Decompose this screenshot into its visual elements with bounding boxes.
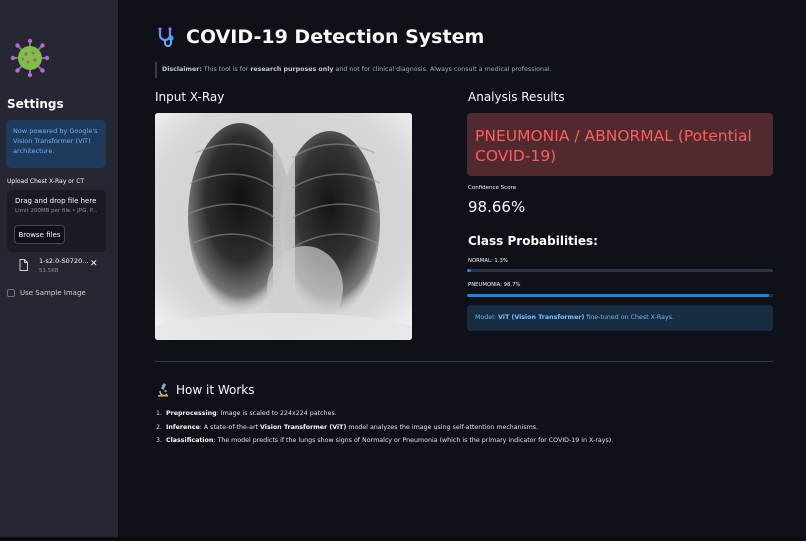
info-alert: Now powered by Google's Vision Transform… [6,120,106,168]
checkbox[interactable] [7,289,15,297]
input-xray-heading: Input X-Ray [155,90,225,104]
disclaimer-bold: research purposes only [250,66,334,73]
how-it-works-header: How it Works [157,383,255,397]
step-number: 2. [156,423,163,431]
file-size: 51.5KB [39,268,59,274]
disclaimer-text-end: and not for clinical diagnosis. Always c… [333,66,552,73]
file-dropzone[interactable]: Drag and drop file here Limit 200MB per … [7,190,106,252]
list-item: 1. Preprocessing: Image is scaled to 224… [156,409,613,423]
uploaded-file: 1-s2.0-S0720... 51.5KB ✕ [17,256,103,278]
dropzone-limit: Limit 200MB per file • JPG, P... [15,208,98,214]
step-text-end: model analyzes the image using self-atte… [346,423,539,431]
step-text: : Image is scaled to 224x224 patches. [216,410,337,417]
page-title: COVID-19 Detection System [186,26,485,48]
steps-list: 1. Preprocessing: Image is scaled to 224… [156,409,613,450]
browse-files-button[interactable]: Browse files [14,225,65,244]
bottom-strip [0,537,806,541]
stethoscope-icon [158,27,174,47]
page-header: COVID-19 Detection System [156,26,484,48]
progress-fill-normal [467,269,471,272]
sample-label: Use Sample Image [20,289,86,297]
prob-label-normal: NORMAL: 1.3% [468,258,508,264]
analysis-results-heading: Analysis Results [468,90,565,104]
xray-image [155,113,412,340]
file-name: 1-s2.0-S0720... [39,257,89,265]
divider [155,361,773,362]
confidence-value: 98.66% [468,198,526,216]
diagnosis-alert: PNEUMONIA / ABNORMAL (Potential COVID-19… [467,113,773,176]
disclaimer-text: This tool is for [201,66,251,73]
use-sample-checkbox[interactable]: Use Sample Image [7,289,86,297]
close-icon[interactable]: ✕ [90,259,98,269]
confidence-label: Confidence Score [468,185,517,191]
model-info: Model: ViT (Vision Transformer) fine-tun… [467,305,773,331]
step-bold: Vision Transformer (ViT) [260,423,347,431]
upload-label: Upload Chest X-Ray or CT [7,178,85,185]
progress-bar-pneumonia [467,294,773,297]
progress-fill-pneumonia [467,294,770,297]
model-name: ViT (Vision Transformer) [498,314,585,321]
prob-label-pneumonia: PNEUMONIA: 98.7% [468,282,521,288]
sidebar-title: Settings [7,97,64,111]
class-probabilities-heading: Class Probabilities: [468,234,598,248]
microscope-icon [158,383,168,397]
step-text: : The model predicts if the lungs show s… [213,437,614,444]
how-it-works-title: How it Works [176,383,255,397]
virus-icon [10,38,50,78]
progress-bar-normal [467,269,773,272]
file-icon [19,259,28,271]
step-number: 1. [156,410,163,417]
model-suffix: fine-tuned on Chest X-Rays. [584,314,674,321]
step-title: Inference [166,423,200,431]
step-text: : A state-of-the-art [199,423,261,431]
model-prefix: Model: [475,314,499,321]
step-number: 3. [156,437,163,444]
disclaimer: Disclaimer: This tool is for research pu… [155,62,552,78]
dropzone-title: Drag and drop file here [15,197,97,205]
list-item: 2. Inference: A state-of-the-art Vision … [156,423,613,437]
disclaimer-label: Disclaimer: [162,66,202,73]
step-title: Preprocessing [166,410,217,417]
list-item: 3. Classification: The model predicts if… [156,436,613,450]
step-title: Classification [166,437,214,444]
sidebar: Settings Now powered by Google's Vision … [0,0,118,537]
